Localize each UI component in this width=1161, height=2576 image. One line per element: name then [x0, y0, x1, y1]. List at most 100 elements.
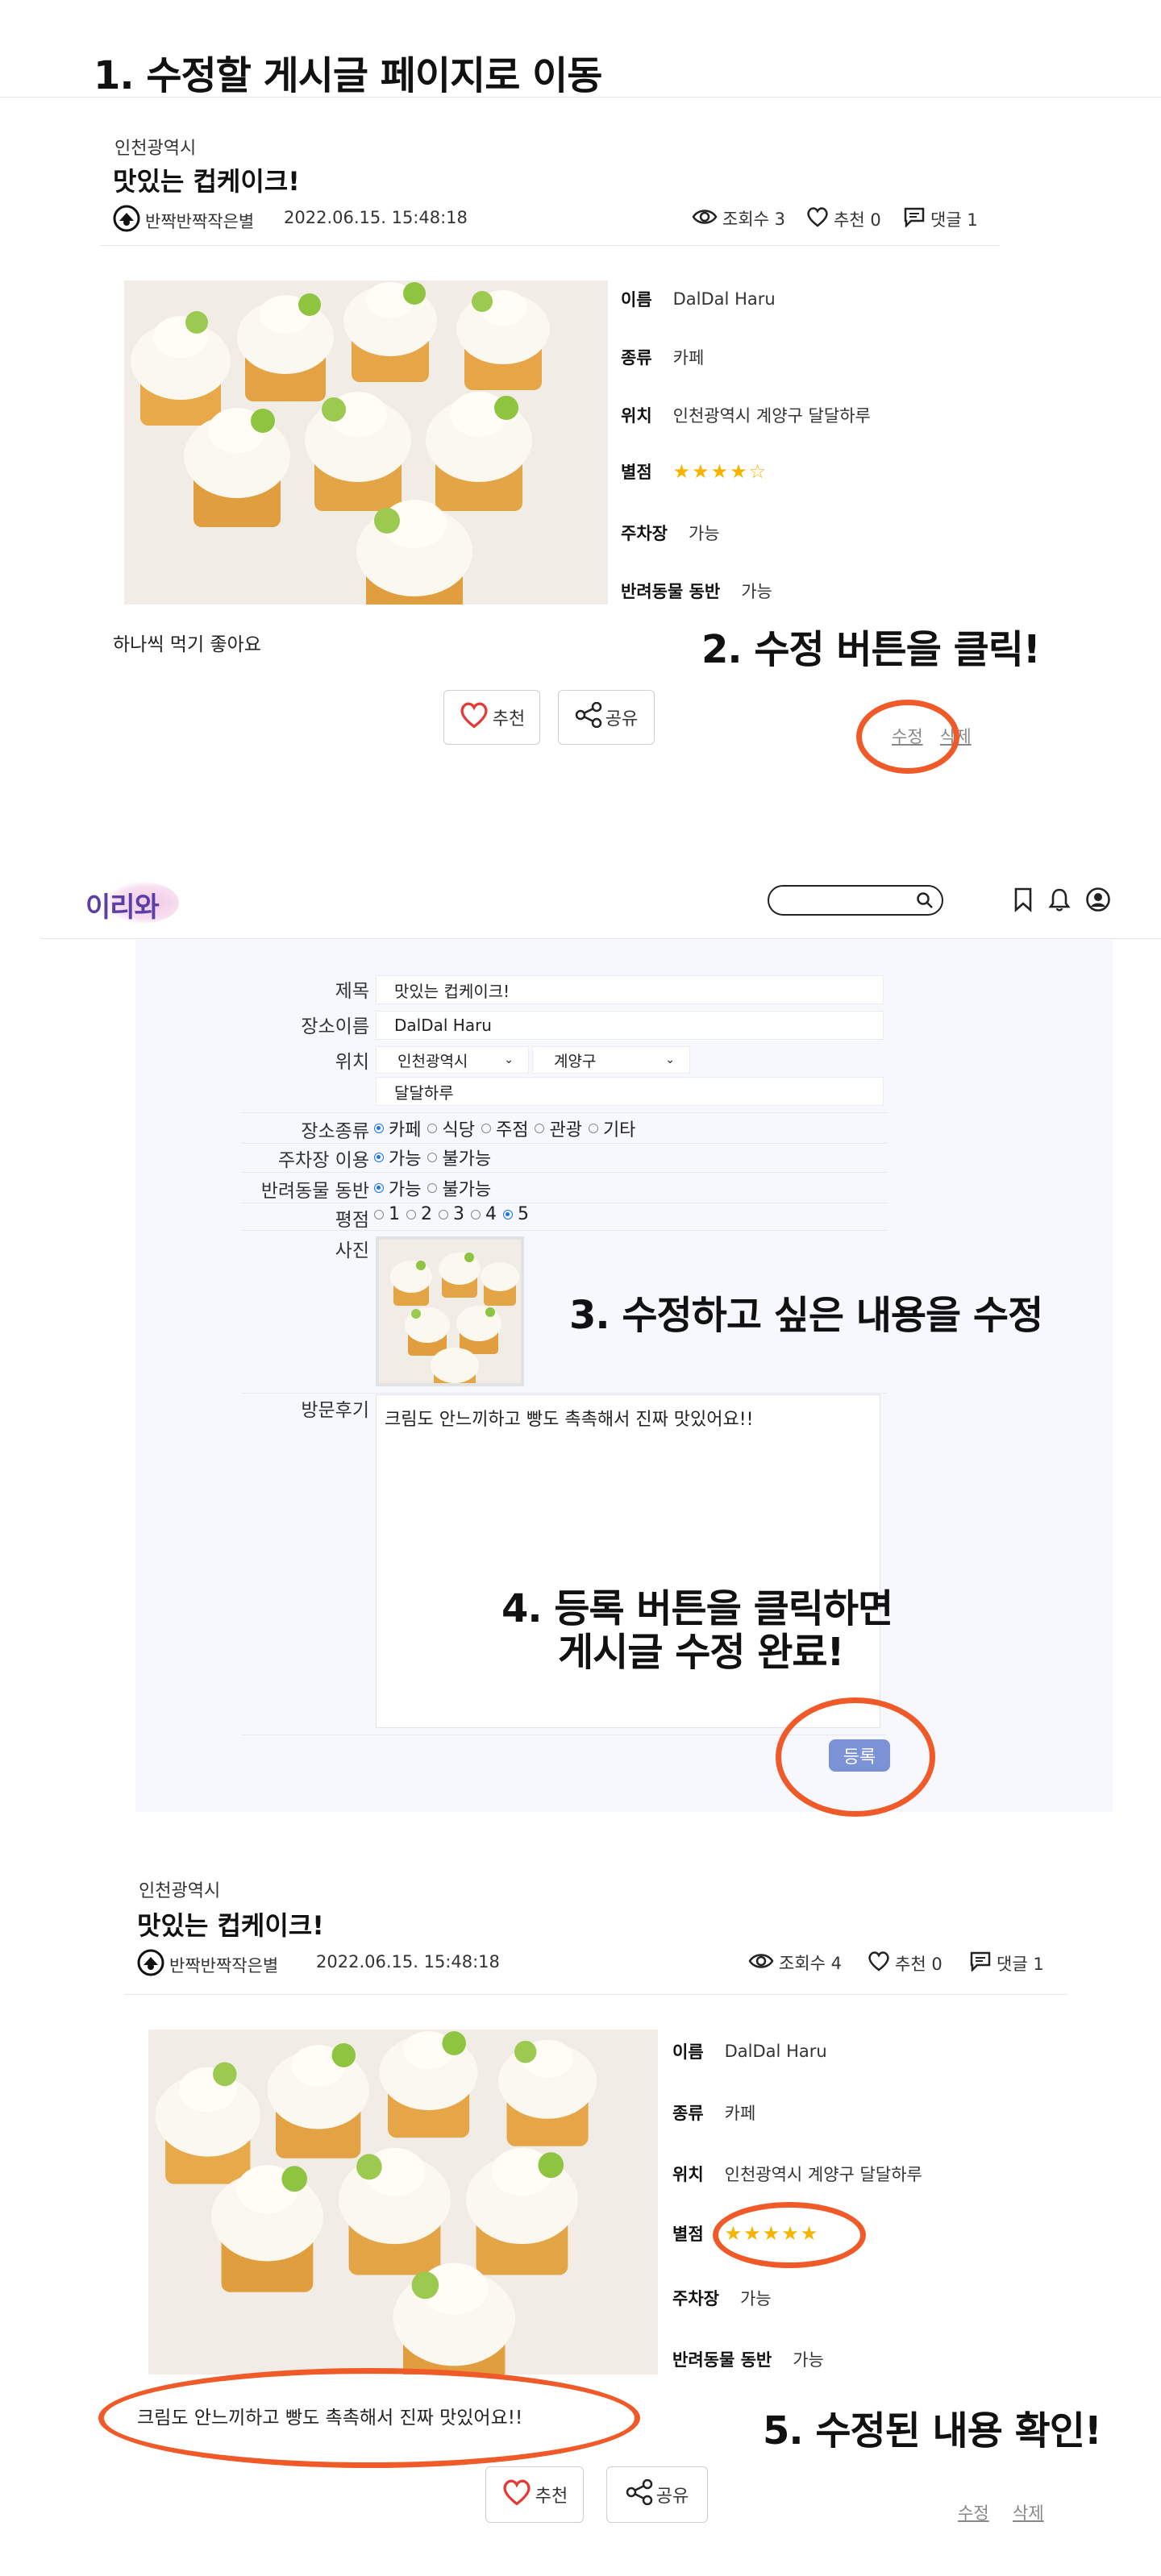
pet-option[interactable]: 가능: [368, 1175, 421, 1201]
rating-radio[interactable]: [374, 1209, 384, 1219]
post-likes: 추천 0: [806, 206, 881, 231]
parking-option-label: 불가능: [442, 1149, 492, 1170]
rating-option[interactable]: 1: [368, 1204, 400, 1224]
info-parking: 주차장 가능: [621, 524, 720, 543]
place-type-option[interactable]: 기타: [582, 1116, 635, 1141]
rating-label: 평점: [335, 1210, 369, 1231]
parking-options: 가능 불가능: [368, 1145, 491, 1170]
highlight-circle-rating: [713, 2202, 866, 2268]
rating-stars: ★★★★☆: [672, 460, 768, 483]
info-name: 이름 DalDal Haru: [672, 2042, 827, 2062]
info-name: 이름 DalDal Haru: [621, 289, 776, 310]
pet-label: 반려동물 동반: [260, 1181, 369, 1202]
district-select[interactable]: 계양구 ⌄: [532, 1046, 690, 1074]
like-button[interactable]: 추천: [485, 2466, 584, 2523]
review-textarea[interactable]: 크림도 안느끼하고 빵도 촉촉해서 진짜 맛있어요!!: [376, 1394, 880, 1728]
review-label: 방문후기: [301, 1400, 369, 1421]
bell-icon[interactable]: [1048, 887, 1071, 916]
place-type-option-label: 카페: [389, 1120, 422, 1141]
divider: [242, 1112, 887, 1113]
likes-count: 추천 0: [834, 210, 881, 230]
place-type-option[interactable]: 카페: [368, 1116, 421, 1141]
comment-icon: [969, 1951, 997, 1976]
place-type-option-label: 주점: [495, 1120, 529, 1141]
place-name-field[interactable]: DalDal Haru: [376, 1011, 884, 1040]
info-rating: 별점 ★★★★☆: [621, 460, 768, 483]
rating-option[interactable]: 3: [432, 1204, 464, 1224]
pet-option[interactable]: 불가능: [421, 1175, 491, 1201]
like-button[interactable]: 추천: [443, 690, 540, 745]
place-type-radio[interactable]: [481, 1124, 491, 1133]
rating-radio[interactable]: [471, 1209, 481, 1219]
comment-icon: [903, 206, 930, 231]
parking-option[interactable]: 불가능: [421, 1145, 491, 1170]
heart-icon: [459, 701, 493, 733]
search-icon[interactable]: [916, 891, 934, 912]
place-type-radio[interactable]: [427, 1124, 438, 1133]
place-type-radio[interactable]: [374, 1124, 384, 1133]
bookmark-icon[interactable]: [1013, 887, 1034, 916]
divider: [124, 1994, 1067, 1995]
share-icon: [626, 2478, 656, 2510]
pet-radio[interactable]: [374, 1183, 384, 1193]
site-logo[interactable]: 이리와: [85, 877, 182, 927]
user-icon[interactable]: [1085, 887, 1111, 916]
chevron-down-icon: ⌄: [504, 1053, 514, 1066]
pet-radio[interactable]: [427, 1183, 438, 1193]
rating-radio[interactable]: [503, 1209, 513, 1219]
place-type-radio[interactable]: [588, 1124, 598, 1133]
rating-radio[interactable]: [406, 1209, 416, 1219]
share-button[interactable]: 공유: [606, 2466, 708, 2523]
search-input[interactable]: [768, 885, 943, 916]
place-type-option-label: 관광: [549, 1120, 582, 1141]
post-author[interactable]: 반짝반짝작은별: [113, 205, 254, 236]
post-photo: [124, 280, 608, 605]
share-button[interactable]: 공유: [558, 690, 655, 745]
post-datetime: 2022.06.15. 15:48:18: [316, 1952, 500, 1971]
heart-icon: [868, 1951, 895, 1976]
photo-label: 사진: [335, 1240, 369, 1261]
info-location: 위치 인천광역시 계양구 달달하루: [672, 2165, 922, 2184]
post-datetime: 2022.06.15. 15:48:18: [284, 208, 468, 227]
district-value: 계양구: [554, 1052, 597, 1070]
edit-link[interactable]: 수정: [958, 2500, 989, 2524]
comments-count: 댓글 1: [930, 210, 978, 230]
place-type-radio[interactable]: [535, 1124, 545, 1133]
place-type-option[interactable]: 주점: [475, 1116, 528, 1141]
share-label: 공유: [655, 2487, 689, 2507]
parking-radio[interactable]: [427, 1153, 438, 1162]
divider: [0, 97, 1161, 98]
rating-option[interactable]: 2: [400, 1204, 432, 1224]
rating-option[interactable]: 5: [497, 1204, 529, 1224]
photo-thumbnail[interactable]: [376, 1236, 524, 1386]
post-review: 하나씩 먹기 좋아요: [113, 634, 261, 655]
post-likes: 추천 0: [868, 1951, 943, 1976]
divider: [242, 1172, 887, 1173]
place-type-option[interactable]: 관광: [528, 1116, 582, 1141]
city-select[interactable]: 인천광역시 ⌄: [376, 1046, 529, 1074]
delete-link[interactable]: 삭제: [1013, 2500, 1044, 2524]
views-count: 조회수 4: [779, 1954, 842, 1973]
header-divider: [40, 938, 1161, 939]
title-field[interactable]: 맛있는 컵케이크!: [376, 975, 884, 1004]
eye-icon: [692, 207, 722, 231]
rating-options: 1 2 3 4 5: [368, 1204, 529, 1224]
rating-option[interactable]: 4: [464, 1204, 497, 1224]
location-detail-field[interactable]: 달달하루: [376, 1077, 884, 1106]
post-region: 인천광역시: [114, 139, 197, 159]
info-type: 종류 카페: [621, 348, 705, 368]
pet-options: 가능 불가능: [368, 1175, 491, 1201]
post-views: 조회수 3: [692, 206, 785, 231]
pet-option-label: 가능: [389, 1180, 422, 1200]
parking-option[interactable]: 가능: [368, 1145, 421, 1170]
post-title: 맛있는 컵케이크!: [113, 166, 300, 197]
share-label: 공유: [605, 709, 639, 729]
divider: [242, 1143, 887, 1144]
post-author[interactable]: 반짝반짝작은별: [137, 1949, 278, 1980]
comments-count: 댓글 1: [997, 1954, 1044, 1974]
place-type-option[interactable]: 식당: [421, 1116, 475, 1141]
logo-text: 이리와: [85, 891, 160, 924]
parking-radio[interactable]: [374, 1153, 384, 1162]
like-label: 추천: [492, 709, 526, 729]
rating-radio[interactable]: [439, 1209, 448, 1219]
